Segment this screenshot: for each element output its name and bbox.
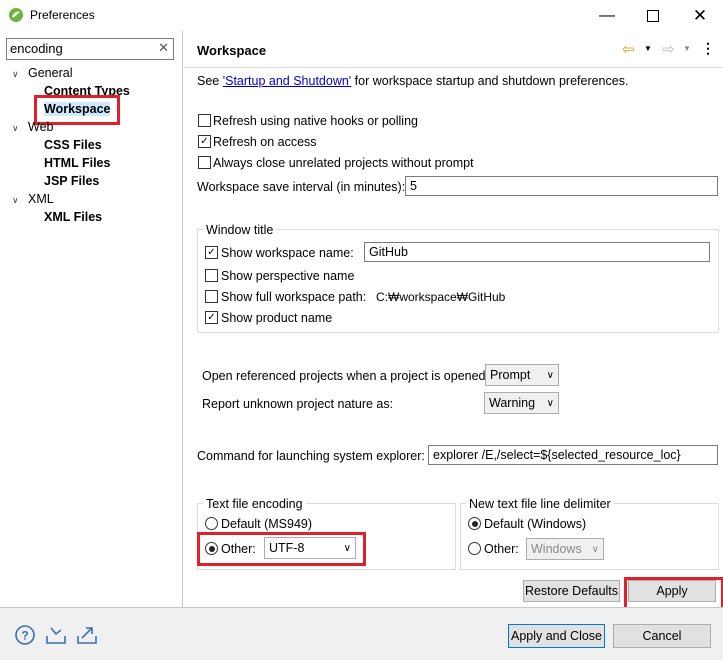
open-referenced-select[interactable]: Prompt ∨ [485,364,559,386]
chevron-down-icon: ∨ [546,397,554,409]
delimiter-default-radio[interactable] [468,517,481,530]
line-delimiter-group-label: New text file line delimiter [466,497,614,511]
tree-item-xml-files[interactable]: XML Files [44,210,102,224]
open-referenced-label: Open referenced projects when a project … [202,369,489,383]
filter-field[interactable]: ✕ [6,38,174,60]
collapse-arrow-icon[interactable]: ∨ [12,195,19,206]
encoding-other-select[interactable]: UTF-8 ∨ [264,537,356,559]
show-workspace-name-label: Show workspace name: [221,246,354,260]
encoding-default-label: Default (MS949) [221,517,313,531]
explorer-command-label: Command for launching system explorer: [197,449,425,463]
encoding-default-radio[interactable] [205,517,218,530]
view-menu-icon[interactable]: ⋮ [701,40,715,57]
save-interval-input[interactable]: 5 [405,176,718,196]
forward-arrow-icon: ⇨ [662,41,675,58]
save-interval-label: Workspace save interval (in minutes): [197,180,406,194]
see-prefix-text: See [197,74,223,88]
refresh-access-checkbox[interactable]: ✓ [198,135,211,148]
apply-button[interactable]: Apply [628,580,716,602]
tree-item-workspace[interactable]: Workspace [44,102,111,116]
collapse-arrow-icon[interactable]: ∨ [12,123,19,134]
close-icon[interactable]: ✕ [677,0,723,31]
back-arrow-icon[interactable]: ⇦ [622,40,635,58]
tree-item-web[interactable]: Web [28,120,53,134]
cancel-button[interactable]: Cancel [613,624,711,648]
refresh-access-label: Refresh on access [213,135,317,149]
chevron-down-icon: ∨ [546,369,554,381]
delimiter-other-radio[interactable] [468,542,481,555]
explorer-command-input[interactable]: explorer /E,/select=${selected_resource_… [428,445,718,465]
collapse-arrow-icon[interactable]: ∨ [12,69,19,80]
minimize-icon[interactable]: — [584,0,630,31]
see-suffix-text: for workspace startup and shutdown prefe… [351,74,629,88]
apply-and-close-button[interactable]: Apply and Close [508,624,605,648]
show-product-checkbox[interactable]: ✓ [205,311,218,324]
chevron-down-icon: ∨ [343,542,351,554]
always-close-checkbox[interactable] [198,156,211,169]
svg-text:?: ? [21,629,28,643]
delimiter-other-select: Windows ∨ [526,538,604,560]
filter-input[interactable] [7,39,150,57]
report-nature-label: Report unknown project nature as: [202,397,394,411]
page-title: Workspace [197,43,267,58]
refresh-native-label: Refresh using native hooks or polling [213,114,418,128]
chevron-down-icon: ∨ [591,543,599,555]
delimiter-other-value: Windows [531,542,582,556]
forward-dropdown-icon: ▼ [683,44,691,53]
delimiter-other-label: Other: [484,542,519,556]
back-dropdown-icon[interactable]: ▼ [644,44,652,53]
full-path-value: C:₩workspace₩GitHub [376,290,506,304]
tree-item-xml[interactable]: XML [28,192,54,206]
report-nature-select[interactable]: Warning ∨ [484,392,559,414]
open-referenced-value: Prompt [490,368,531,382]
import-icon[interactable] [45,624,67,646]
tree-item-html-files[interactable]: HTML Files [44,156,110,170]
eclipse-logo-icon [8,7,24,23]
refresh-native-checkbox[interactable] [198,114,211,127]
show-perspective-label: Show perspective name [221,269,355,283]
show-perspective-checkbox[interactable] [205,269,218,282]
maximize-icon[interactable] [630,0,676,31]
report-nature-value: Warning [489,396,536,410]
startup-shutdown-link[interactable]: 'Startup and Shutdown' [223,74,351,88]
text-encoding-group-label: Text file encoding [203,497,306,511]
encoding-other-radio[interactable] [205,542,218,555]
show-full-path-label: Show full workspace path: [221,290,367,304]
show-workspace-name-checkbox[interactable]: ✓ [205,246,218,259]
always-close-label: Always close unrelated projects without … [213,156,474,170]
export-icon[interactable] [76,624,98,646]
title-bar: Preferences — ✕ [0,0,723,31]
startup-description: See 'Startup and Shutdown' for workspace… [197,74,628,88]
delimiter-default-label: Default (Windows) [484,517,587,531]
window-title: Preferences [30,8,95,22]
show-product-label: Show product name [221,311,333,325]
tree-item-jsp-files[interactable]: JSP Files [44,174,99,188]
help-icon[interactable]: ? [14,624,36,646]
workspace-name-input[interactable]: GitHub [364,242,710,262]
restore-defaults-button[interactable]: Restore Defaults [523,580,620,602]
tree-item-general[interactable]: General [28,66,72,80]
encoding-other-value: UTF-8 [269,541,305,555]
window-title-group-label: Window title [203,223,277,237]
encoding-other-label: Other: [221,542,256,556]
show-full-path-checkbox[interactable] [205,290,218,303]
clear-filter-icon[interactable]: ✕ [158,40,169,56]
tree-item-css-files[interactable]: CSS Files [44,138,102,152]
